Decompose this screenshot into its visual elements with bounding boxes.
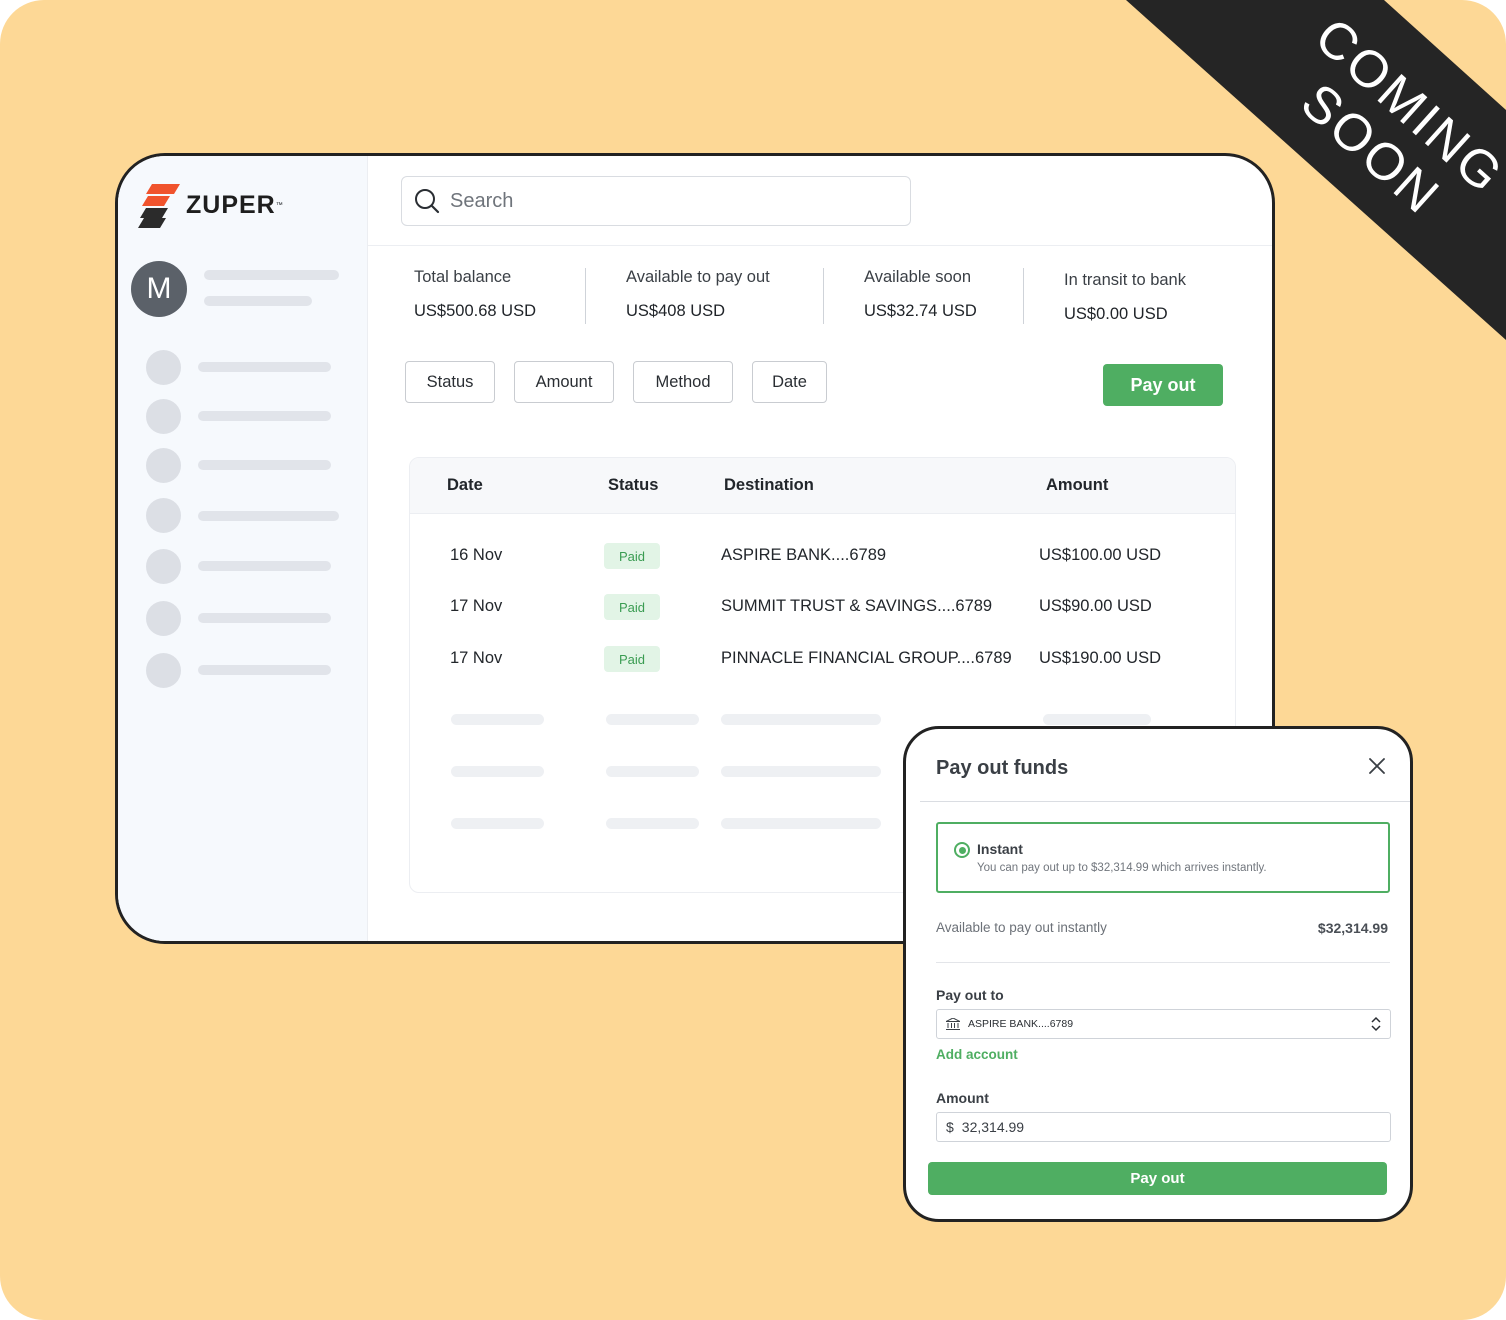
loading-row-placeholder [1043,714,1151,725]
nav-item-icon-placeholder[interactable] [146,601,181,636]
nav-item-icon-placeholder[interactable] [146,549,181,584]
stat-available-soon: Available soon US$32.74 USD [864,268,977,321]
stat-divider [823,268,824,324]
amount-input[interactable]: $ 32,314.99 [936,1112,1391,1142]
pay-out-to-select[interactable]: ASPIRE BANK....6789 [936,1009,1391,1039]
column-header-date[interactable]: Date [447,476,483,495]
nav-item-icon-placeholder[interactable] [146,399,181,434]
row-destination: PINNACLE FINANCIAL GROUP....6789 [721,649,1012,667]
loading-row-placeholder [451,766,544,777]
loading-row-placeholder [451,714,544,725]
stat-value: US$0.00 USD [1064,305,1168,323]
user-name-placeholder [204,270,339,280]
amount-value: 32,314.99 [961,1119,1025,1135]
nav-item-icon-placeholder[interactable] [146,350,181,385]
stat-label: Total balance [414,268,512,286]
status-badge: Paid [604,543,660,569]
modal-pay-out-button[interactable]: Pay out [928,1162,1387,1195]
option-description: You can pay out up to $32,314.99 which a… [977,862,1267,874]
loading-row-placeholder [606,818,699,829]
stat-label: Available to pay out [626,268,770,286]
modal-divider [936,962,1390,963]
nav-item-label-placeholder [198,460,331,470]
zuper-logo-icon [138,184,180,228]
filter-date[interactable]: Date [752,361,827,403]
amount-label: Amount [936,1090,989,1106]
selected-account: ASPIRE BANK....6789 [968,1018,1074,1030]
loading-row-placeholder [451,818,544,829]
modal-header-divider [920,801,1410,802]
nav-item-icon-placeholder[interactable] [146,498,181,533]
pay-out-button[interactable]: Pay out [1103,364,1223,406]
search-icon [415,189,440,214]
loading-row-placeholder [606,766,699,777]
background-canvas: COMING SOON ZUPER ™ M Search Total balan… [0,0,1506,1320]
search-placeholder: Search [450,189,514,212]
stat-label: Available soon [864,268,972,286]
modal-title: Pay out funds [936,757,1069,779]
nav-item-label-placeholder [198,665,331,675]
pay-out-to-label: Pay out to [936,987,1004,1003]
option-title: Instant [977,841,1023,857]
stat-divider [585,268,586,324]
filter-status[interactable]: Status [405,361,495,403]
bank-icon [946,1018,960,1030]
close-icon[interactable] [1368,757,1386,775]
loading-row-placeholder [721,818,881,829]
loading-row-placeholder [721,766,881,777]
stat-available-to-pay-out: Available to pay out US$408 USD [626,268,770,321]
row-destination: SUMMIT TRUST & SAVINGS....6789 [721,597,993,615]
stat-in-transit: In transit to bank US$0.00 USD [1064,271,1186,324]
brand-logo[interactable]: ZUPER ™ [138,182,283,228]
column-header-amount[interactable]: Amount [1046,476,1108,495]
loading-row-placeholder [721,714,881,725]
stat-value: US$408 USD [626,302,726,320]
stat-label: In transit to bank [1064,271,1186,289]
instant-option[interactable]: Instant You can pay out up to $32,314.99… [936,822,1390,893]
sidebar: ZUPER ™ M [118,156,368,941]
row-amount: US$90.00 USD [1039,597,1152,615]
header-divider [368,245,1272,246]
nav-item-label-placeholder [198,511,339,521]
radio-selected-dot [958,846,966,854]
nav-item-label-placeholder [198,362,331,372]
column-header-status[interactable]: Status [608,476,658,495]
filter-amount[interactable]: Amount [514,361,614,403]
loading-row-placeholder [606,714,699,725]
row-date: 17 Nov [450,597,503,615]
avatar[interactable]: M [131,261,187,317]
stat-value: US$32.74 USD [864,302,977,320]
available-label: Available to pay out instantly [936,920,1107,935]
nav-item-label-placeholder [198,561,331,571]
currency-symbol: $ [946,1119,954,1135]
nav-item-label-placeholder [198,411,331,421]
status-badge: Paid [604,646,660,672]
stat-total-balance: Total balance US$500.68 USD [414,268,536,321]
instant-radio[interactable] [954,842,970,858]
brand-trademark: ™ [275,201,283,209]
table-header: Date Status Destination Amount [410,458,1235,514]
nav-item-icon-placeholder[interactable] [146,448,181,483]
row-date: 17 Nov [450,649,503,667]
pay-out-modal: Pay out funds Instant You can pay out up… [903,726,1413,1222]
chevron-updown-icon [1371,1016,1381,1032]
row-amount: US$190.00 USD [1039,649,1161,667]
user-email-placeholder [204,296,312,306]
search-input[interactable]: Search [401,176,911,226]
status-badge: Paid [604,594,660,620]
nav-item-icon-placeholder[interactable] [146,653,181,688]
add-account-link[interactable]: Add account [936,1047,1018,1062]
available-value: $32,314.99 [1317,920,1388,936]
column-header-destination[interactable]: Destination [724,476,814,495]
stat-value: US$500.68 USD [414,302,536,320]
brand-name: ZUPER [186,190,276,219]
row-amount: US$100.00 USD [1039,546,1161,564]
filter-method[interactable]: Method [633,361,733,403]
row-destination: ASPIRE BANK....6789 [721,546,887,564]
row-date: 16 Nov [450,546,503,564]
nav-item-label-placeholder [198,613,331,623]
stat-divider [1023,268,1024,324]
